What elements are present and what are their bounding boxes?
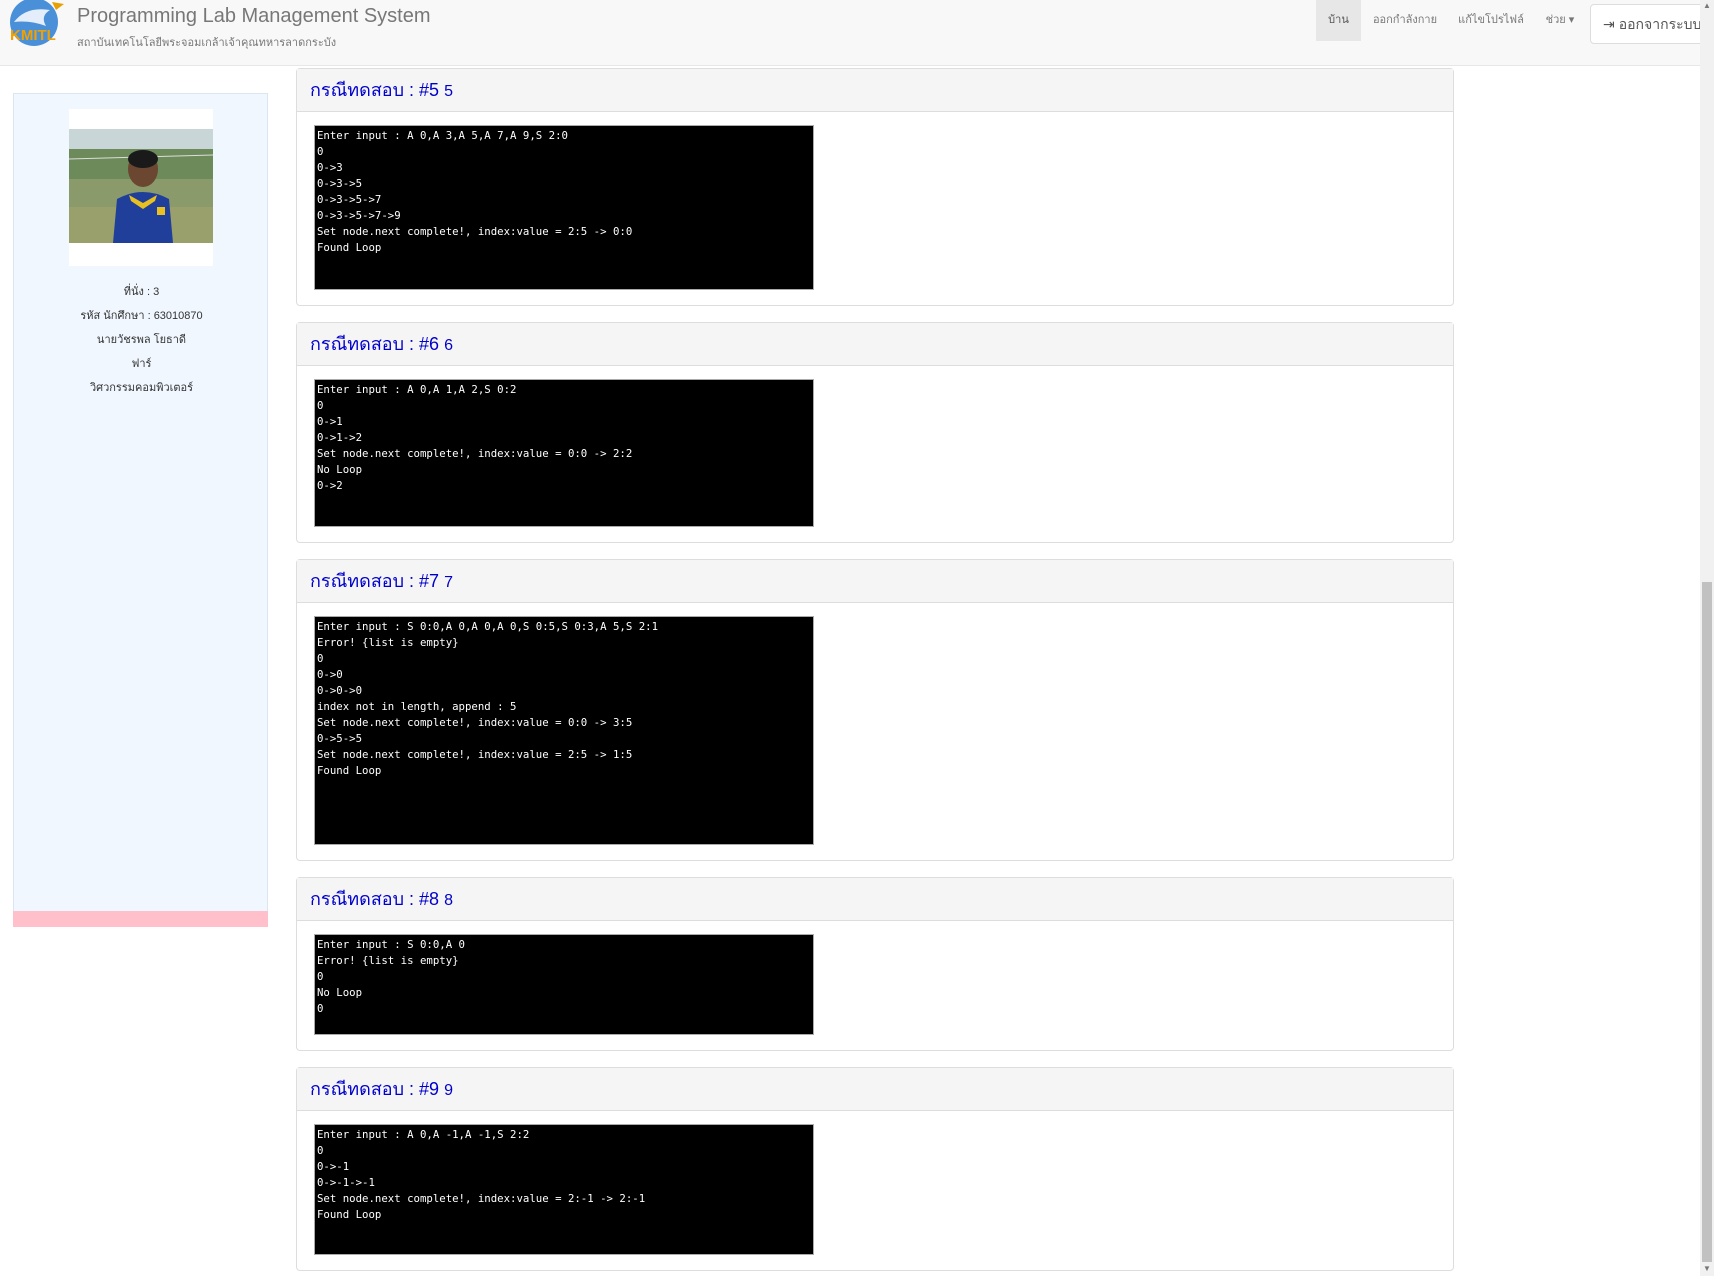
testcase-panel: กรณีทดสอบ : #8 8 Enter input : S 0:0,A 0…: [296, 877, 1454, 1051]
testcase-title: กรณีทดสอบ : #6: [310, 334, 440, 354]
testcase-number: 9: [444, 1082, 453, 1099]
testcase-panel: กรณีทดสอบ : #9 9 Enter input : A 0,A -1,…: [296, 1067, 1454, 1271]
student-department: วิศวกรรมคอมพิวเตอร์: [89, 382, 194, 394]
testcase-number: 7: [444, 574, 453, 591]
logout-icon: ⇥: [1603, 16, 1615, 32]
output-textarea[interactable]: Enter input : S 0:0,A 0 Error! {list is …: [314, 934, 814, 1035]
testcase-title: กรณีทดสอบ : #8: [310, 889, 440, 909]
testcase-heading: กรณีทดสอบ : #7 7: [297, 560, 1453, 603]
testcase-panel: กรณีทดสอบ : #5 5 Enter input : A 0,A 3,A…: [296, 68, 1454, 306]
output-textarea[interactable]: Enter input : S 0:0,A 0,A 0,A 0,S 0:5,S …: [314, 616, 814, 845]
testcase-panel: กรณีทดสอบ : #6 6 Enter input : A 0,A 1,A…: [296, 322, 1454, 543]
testcase-title: กรณีทดสอบ : #9: [310, 1079, 440, 1099]
testcase-number: 6: [444, 337, 453, 354]
logout-button[interactable]: ⇥ ออกจากระบบ: [1590, 4, 1705, 44]
testcase-panel: กรณีทดสอบ : #7 7 Enter input : S 0:0,A 0…: [296, 559, 1454, 861]
profile-sidebar: ที่นั่ง : 3 รหัส นักศึกษา : 63010870 นาย…: [13, 93, 268, 913]
testcase-heading: กรณีทดสอบ : #5 5: [297, 69, 1453, 112]
output-textarea[interactable]: Enter input : A 0,A 1,A 2,S 0:2 0 0->1 0…: [314, 379, 814, 527]
output-textarea[interactable]: Enter input : A 0,A -1,A -1,S 2:2 0 0->-…: [314, 1124, 814, 1255]
scroll-up-arrow-icon[interactable]: ▲: [1701, 1, 1713, 11]
kmitl-logo[interactable]: KMITL: [6, 0, 66, 52]
nav-exercise[interactable]: ออกกำลังกาย: [1366, 0, 1444, 41]
testcase-heading: กรณีทดสอบ : #6 6: [297, 323, 1453, 366]
scroll-down-arrow-icon[interactable]: ▼: [1701, 1264, 1713, 1274]
output-textarea[interactable]: Enter input : A 0,A 3,A 5,A 7,A 9,S 2:0 …: [314, 125, 814, 290]
nav-home[interactable]: บ้าน: [1316, 0, 1361, 41]
student-nickname: ฟาร์: [131, 358, 152, 370]
sidebar-footer-bar: [13, 911, 268, 927]
testcase-heading: กรณีทดสอบ : #8 8: [297, 878, 1453, 921]
seat-number: ที่นั่ง : 3: [123, 286, 160, 298]
scrollbar-thumb[interactable]: [1702, 582, 1712, 1262]
testcase-heading: กรณีทดสอบ : #9 9: [297, 1068, 1453, 1111]
testcase-title: กรณีทดสอบ : #5: [310, 80, 440, 100]
student-id: รหัส นักศึกษา : 63010870: [80, 310, 203, 322]
nav-edit-profile[interactable]: แก้ไขโปรไฟล์: [1452, 0, 1530, 41]
profile-photo-frame: [69, 109, 213, 266]
app-subtitle: สถาบันเทคโนโลยีพระจอมเกล้าเจ้าคุณทหารลาด…: [77, 37, 337, 49]
student-name: นายวัชรพล โยธาดี: [96, 334, 187, 346]
testcase-number: 5: [444, 83, 453, 100]
logout-label: ออกจากระบบ: [1618, 16, 1702, 32]
nav-help-dropdown[interactable]: ช่วย ▾: [1540, 0, 1580, 41]
navbar: KMITL Programming Lab Management System …: [0, 0, 1705, 66]
profile-photo: [69, 129, 213, 243]
testcase-number: 8: [444, 892, 453, 909]
app-title[interactable]: Programming Lab Management System: [77, 5, 431, 28]
svg-text:KMITL: KMITL: [10, 27, 56, 44]
testcase-title: กรณีทดสอบ : #7: [310, 571, 440, 591]
